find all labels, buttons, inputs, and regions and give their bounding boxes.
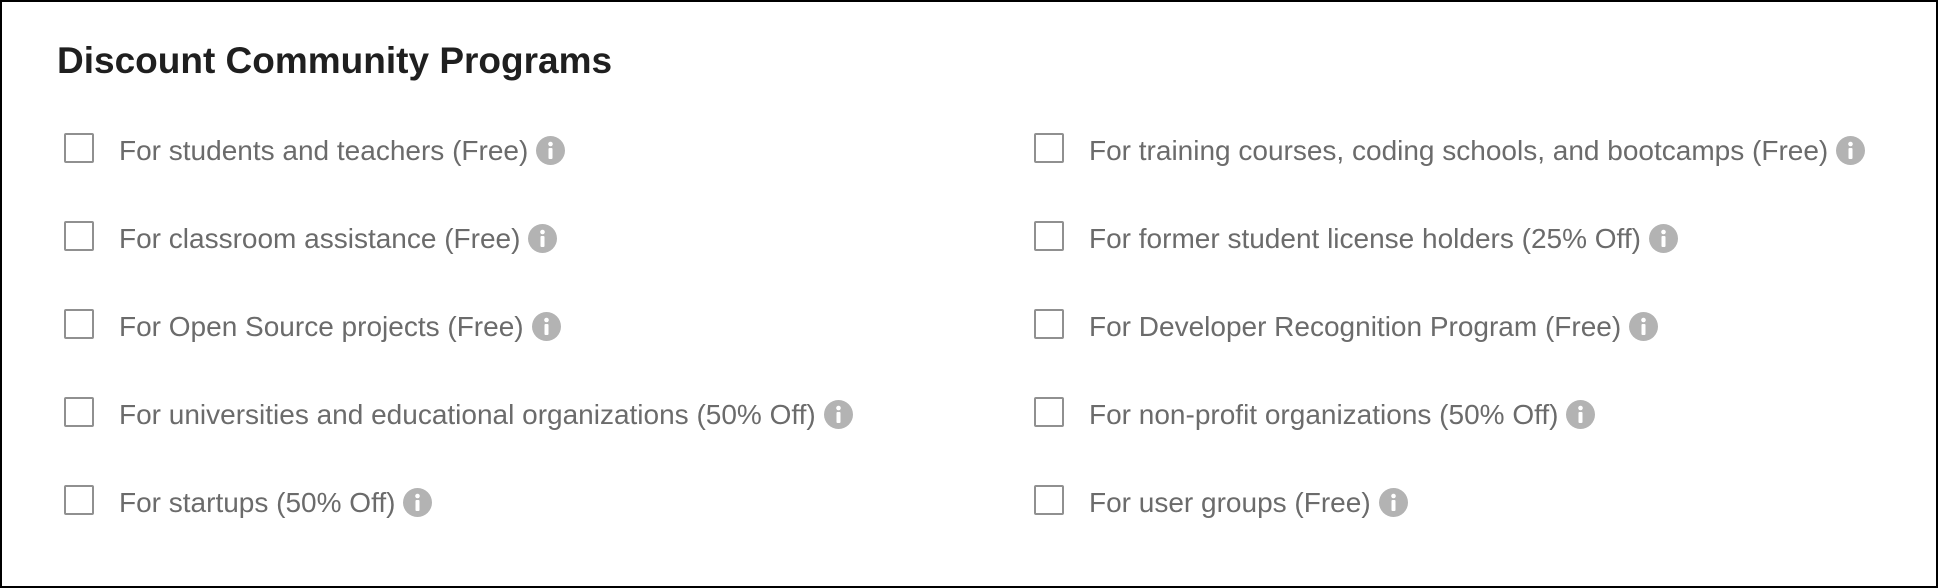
info-icon[interactable] [1378,488,1408,517]
info-icon[interactable] [1836,136,1866,165]
program-list-right: For training courses, coding schools, an… [1034,127,1866,567]
program-label: For universities and educational organiz… [119,399,816,430]
checkbox[interactable] [64,221,94,251]
program-label: For classroom assistance (Free) [119,223,521,254]
checkbox[interactable] [64,309,94,339]
info-icon[interactable] [1566,400,1596,429]
checkbox[interactable] [1034,397,1064,427]
info-icon[interactable] [536,136,566,165]
program-option-universities: For universities and educational organiz… [64,391,853,439]
checkbox[interactable] [64,485,94,515]
program-label: For startups (50% Off) [119,487,396,518]
program-label: For training courses, coding schools, an… [1089,135,1829,166]
program-option-training-courses: For training courses, coding schools, an… [1034,127,1866,175]
program-option-students-teachers: For students and teachers (Free) [64,127,853,175]
program-option-open-source: For Open Source projects (Free) [64,303,853,351]
section-title: Discount Community Programs [57,40,613,81]
checkbox[interactable] [64,133,94,163]
checkbox[interactable] [64,397,94,427]
info-icon[interactable] [531,312,561,341]
program-label: For non-profit organizations (50% Off) [1089,399,1559,430]
program-label: For Open Source projects (Free) [119,311,524,342]
program-option-classroom-assistance: For classroom assistance (Free) [64,215,853,263]
info-icon[interactable] [528,224,558,253]
program-list-left: For students and teachers (Free) For cla… [64,127,853,567]
program-option-non-profit: For non-profit organizations (50% Off) [1034,391,1865,439]
checkbox[interactable] [1034,221,1064,251]
program-option-startups: For startups (50% Off) [64,479,853,527]
info-icon[interactable] [1648,224,1678,253]
program-label: For Developer Recognition Program (Free) [1089,311,1622,342]
checkbox[interactable] [1034,485,1064,515]
program-label: For user groups (Free) [1089,487,1371,518]
info-icon[interactable] [1629,312,1659,341]
program-label: For students and teachers (Free) [119,135,529,166]
info-icon[interactable] [403,488,433,517]
program-option-former-student-license: For former student license holders (25% … [1034,215,1865,263]
info-icon[interactable] [823,400,853,429]
program-option-user-groups: For user groups (Free) [1034,479,1865,527]
checkbox[interactable] [1034,309,1064,339]
program-label: For former student license holders (25% … [1089,223,1641,254]
checkbox[interactable] [1034,133,1064,163]
program-option-developer-recognition: For Developer Recognition Program (Free) [1034,303,1865,351]
